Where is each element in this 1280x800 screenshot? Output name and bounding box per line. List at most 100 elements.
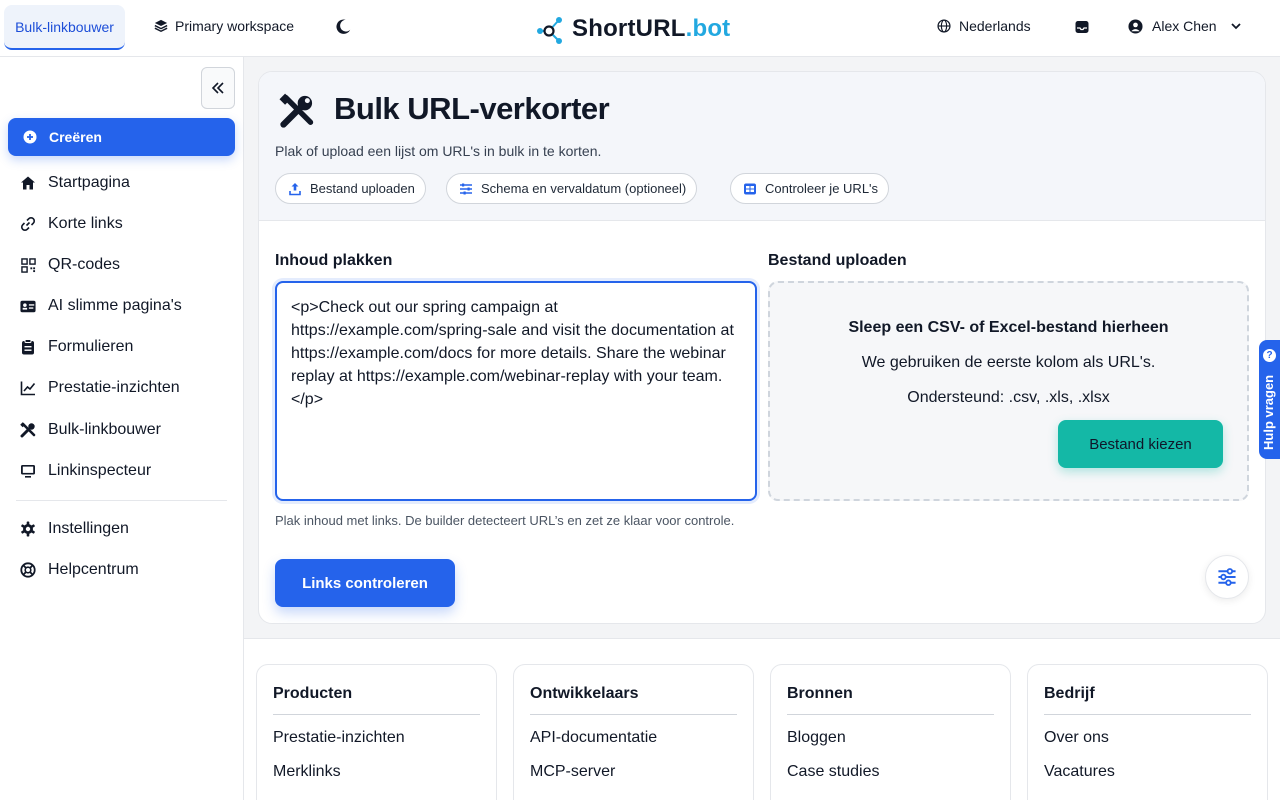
double-chevron-left-icon: [211, 81, 225, 95]
footer: Producten Prestatie-inzichten Merklinks …: [244, 638, 1280, 800]
chart-icon: [20, 380, 36, 396]
monitor-icon: [20, 463, 36, 479]
sidebar-divider: [16, 500, 227, 501]
user-avatar-icon: [1128, 18, 1143, 34]
sidebar-item-label: Formulieren: [48, 338, 134, 355]
sidebar-item-instellingen[interactable]: Instellingen: [20, 520, 129, 538]
footer-link[interactable]: API-documentatie: [530, 729, 657, 747]
chip-label: Bestand uploaden: [310, 181, 415, 196]
choose-file-button[interactable]: Bestand kiezen: [1058, 420, 1223, 468]
logo-tld: .bot: [685, 15, 731, 42]
chip-label: Controleer je URL's: [765, 181, 879, 196]
help-tab-label: Hulp vragen: [1261, 374, 1276, 450]
sidebar-item-prestatie-inzichten[interactable]: Prestatie-inzichten: [20, 379, 180, 397]
tools-icon: [279, 93, 315, 129]
logo-name: ShortURL: [572, 15, 686, 42]
sliders-icon: [459, 182, 473, 196]
footer-divider: [1044, 714, 1251, 715]
sidebar-item-label: Bulk-linkbouwer: [48, 421, 161, 438]
footer-column-bedrijf: Bedrijf Over ons Vacatures: [1027, 664, 1268, 800]
page-title: Bulk URL-verkorter: [334, 91, 610, 126]
footer-link[interactable]: MCP-server: [530, 763, 615, 781]
clipboard-icon: [20, 339, 36, 355]
paste-hint: Plak inhoud met links. De builder detect…: [275, 513, 735, 528]
tab-bulk-linkbouwer[interactable]: Bulk-linkbouwer: [4, 5, 125, 50]
logo[interactable]: ShortURL.bot: [536, 14, 730, 44]
sliders-icon: [1217, 567, 1237, 587]
home-icon: [20, 175, 36, 191]
create-button[interactable]: Creëren: [8, 118, 235, 156]
qr-icon: [20, 257, 36, 273]
workspace-label: Primary workspace: [175, 18, 295, 34]
paste-textarea[interactable]: <p>Check out our spring campaign at http…: [275, 281, 757, 501]
collapse-sidebar-button[interactable]: [201, 67, 235, 109]
settings-fab[interactable]: [1205, 555, 1249, 599]
footer-link[interactable]: Over ons: [1044, 729, 1109, 747]
footer-divider: [787, 714, 994, 715]
sidebar-item-startpagina[interactable]: Startpagina: [20, 174, 130, 192]
create-label: Creëren: [49, 129, 102, 145]
footer-column-bronnen: Bronnen Bloggen Case studies: [770, 664, 1011, 800]
sidebar-item-formulieren[interactable]: Formulieren: [20, 338, 133, 356]
chip-schedule-expiry[interactable]: Schema en vervaldatum (optioneel): [446, 173, 698, 204]
footer-column-title: Bronnen: [787, 685, 853, 702]
footer-divider: [530, 714, 737, 715]
sidebar-item-label: Startpagina: [48, 174, 130, 191]
footer-link[interactable]: Bloggen: [787, 729, 846, 747]
chip-label: Schema en vervaldatum (optioneel): [481, 181, 687, 196]
gear-icon: [20, 521, 36, 537]
link-icon: [20, 216, 36, 232]
footer-column-producten: Producten Prestatie-inzichten Merklinks: [256, 664, 497, 800]
card-header: Bulk URL-verkorter Plak of upload een li…: [259, 72, 1265, 221]
upload-icon: [288, 182, 302, 196]
user-name: Alex Chen: [1152, 18, 1217, 34]
network-icon: [536, 14, 566, 44]
moon-icon[interactable]: [334, 18, 352, 36]
footer-link[interactable]: Prestatie-inzichten: [273, 729, 405, 747]
sidebar-item-label: QR-codes: [48, 256, 121, 273]
footer-column-title: Producten: [273, 685, 353, 702]
sidebar-item-label: Linkinspecteur: [48, 462, 152, 479]
user-menu[interactable]: Alex Chen: [1128, 18, 1242, 34]
sidebar: Creëren Startpagina Korte links QR-codes…: [0, 57, 244, 800]
footer-column-ontwikkelaars: Ontwikkelaars API-documentatie MCP-serve…: [513, 664, 754, 800]
grid-icon: [743, 182, 757, 196]
footer-link[interactable]: Vacatures: [1044, 763, 1115, 781]
language-selector[interactable]: Nederlands: [937, 18, 1031, 34]
plus-circle-icon: [23, 130, 37, 144]
sidebar-item-bulk-linkbouwer[interactable]: Bulk-linkbouwer: [20, 421, 161, 439]
check-links-button[interactable]: Links controleren: [275, 559, 455, 607]
paste-label: Inhoud plakken: [275, 252, 393, 269]
globe-icon: [937, 19, 951, 33]
file-dropzone[interactable]: Sleep een CSV- of Excel-bestand hierheen…: [768, 281, 1249, 501]
sidebar-item-label: Prestatie-inzichten: [48, 379, 180, 396]
sidebar-item-korte-links[interactable]: Korte links: [20, 215, 123, 233]
sidebar-item-label: AI slimme pagina's: [48, 297, 182, 314]
chip-upload-file[interactable]: Bestand uploaden: [275, 173, 426, 204]
footer-column-title: Bedrijf: [1044, 685, 1095, 702]
sidebar-item-ai-pages[interactable]: AI slimme pagina's: [20, 297, 182, 315]
tools-icon: [20, 422, 36, 438]
layers-icon: [154, 19, 168, 33]
sidebar-item-label: Helpcentrum: [48, 561, 139, 578]
inbox-icon[interactable]: [1074, 19, 1090, 35]
workspace-switcher[interactable]: Primary workspace: [154, 18, 294, 34]
footer-link[interactable]: Merklinks: [273, 763, 341, 781]
id-card-icon: [20, 298, 36, 314]
help-tab[interactable]: ? Hulp vragen: [1259, 340, 1280, 459]
top-bar: Bulk-linkbouwer Primary workspace ShortU…: [0, 0, 1280, 57]
sidebar-item-helpcentrum[interactable]: Helpcentrum: [20, 561, 139, 579]
language-label: Nederlands: [959, 18, 1031, 34]
chip-check-urls[interactable]: Controleer je URL's: [730, 173, 890, 204]
footer-link[interactable]: Case studies: [787, 763, 880, 781]
footer-column-title: Ontwikkelaars: [530, 685, 639, 702]
sidebar-item-label: Instellingen: [48, 520, 129, 537]
chevron-down-icon: [1230, 20, 1242, 32]
sidebar-item-linkinspecteur[interactable]: Linkinspecteur: [20, 462, 151, 480]
dropzone-info: We gebruiken de eerste kolom als URL's.: [861, 354, 1156, 371]
bulk-shortener-card: Bulk URL-verkorter Plak of upload een li…: [258, 71, 1266, 624]
upload-label: Bestand uploaden: [768, 252, 907, 269]
dropzone-supported: Ondersteund: .csv, .xls, .xlsx: [907, 389, 1110, 406]
page-subtitle: Plak of upload een lijst om URL's in bul…: [275, 143, 602, 159]
sidebar-item-qr-codes[interactable]: QR-codes: [20, 256, 120, 274]
